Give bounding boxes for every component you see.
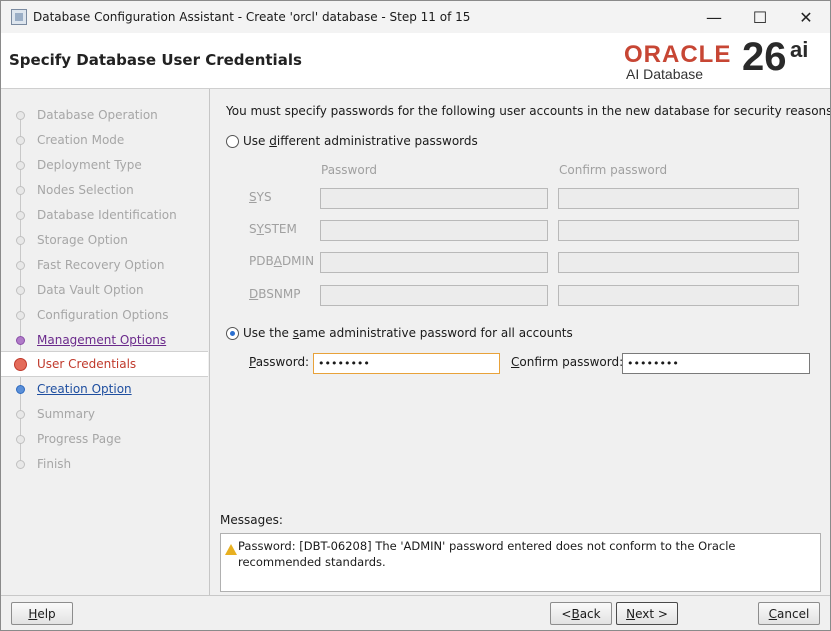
step-label: User Credentials <box>37 357 137 371</box>
step-dot-icon <box>16 385 25 394</box>
dbsnmp-password-field <box>320 285 548 306</box>
sidebar-step-database-operation: Database Operation <box>1 103 208 127</box>
step-dot-icon <box>16 186 25 195</box>
column-header-confirm-password: Confirm password <box>559 163 668 177</box>
different-passwords-label[interactable]: Use different administrative passwords <box>243 134 478 148</box>
pdbadmin-password-field <box>320 252 548 273</box>
sidebar-step-user-credentials: User Credentials <box>1 351 208 377</box>
column-header-password: Password <box>321 163 378 177</box>
sys-password-field <box>320 188 548 209</box>
step-label: Progress Page <box>37 432 122 446</box>
password-input[interactable]: •••••••• <box>313 353 500 374</box>
sidebar-step-nodes-selection: Nodes Selection <box>1 178 208 202</box>
sidebar-step-finish: Finish <box>1 452 208 476</box>
dbca-window: Database Configuration Assistant - Creat… <box>0 0 831 631</box>
dbsnmp-confirm-field <box>558 285 799 306</box>
next-button[interactable]: Next > <box>616 602 678 625</box>
confirm-password-input[interactable]: •••••••• <box>622 353 810 374</box>
close-button[interactable]: ✕ <box>783 1 829 33</box>
system-confirm-field <box>558 220 799 241</box>
page-header: Specify Database User Credentials ORACLE… <box>1 33 830 89</box>
step-dot-icon <box>16 460 25 469</box>
logo-oracle-text: ORACLE <box>624 41 732 68</box>
step-label: Finish <box>37 457 72 471</box>
different-passwords-radio[interactable] <box>226 135 239 148</box>
step-label[interactable]: Creation Option <box>37 382 132 396</box>
step-label: Deployment Type <box>37 158 142 172</box>
step-dot-icon <box>16 261 25 270</box>
title-bar: Database Configuration Assistant - Creat… <box>1 1 830 33</box>
account-label-sys: SYS <box>249 190 272 204</box>
logo-version-suffix: ai <box>790 37 809 62</box>
maximize-button[interactable]: ☐ <box>737 1 783 33</box>
page-title: Specify Database User Credentials <box>9 51 302 69</box>
step-label: Nodes Selection <box>37 183 134 197</box>
step-dot-icon <box>16 161 25 170</box>
messages-box: Password: [DBT-06208] The 'ADMIN' passwo… <box>220 533 821 592</box>
step-label: Database Operation <box>37 108 158 122</box>
step-dot-icon <box>16 410 25 419</box>
step-dot-icon <box>16 435 25 444</box>
pdbadmin-confirm-field <box>558 252 799 273</box>
password-label: Password: <box>249 355 310 369</box>
step-dot-icon <box>16 311 25 320</box>
step-label[interactable]: Management Options <box>37 333 166 347</box>
help-button[interactable]: Help <box>11 602 73 625</box>
main-content: You must specify passwords for the follo… <box>211 89 830 595</box>
sidebar-step-management-options[interactable]: Management Options <box>1 328 208 352</box>
step-dot-icon <box>16 211 25 220</box>
cancel-button[interactable]: Cancel <box>758 602 820 625</box>
sidebar-step-fast-recovery-option: Fast Recovery Option <box>1 253 208 277</box>
sidebar-step-creation-mode: Creation Mode <box>1 128 208 152</box>
current-step-icon <box>14 358 27 371</box>
sidebar-step-deployment-type: Deployment Type <box>1 153 208 177</box>
same-password-label[interactable]: Use the same administrative password for… <box>243 326 573 340</box>
step-dot-icon <box>16 286 25 295</box>
account-label-system: SYSTEM <box>249 222 297 236</box>
step-dot-icon <box>16 336 25 345</box>
step-label: Data Vault Option <box>37 283 144 297</box>
oracle-logo: ORACLE AI Database 26 ai <box>618 35 818 85</box>
sidebar-step-storage-option: Storage Option <box>1 228 208 252</box>
minimize-button[interactable]: — <box>691 1 737 33</box>
intro-text: You must specify passwords for the follo… <box>226 104 831 118</box>
step-dot-icon <box>16 136 25 145</box>
step-label: Fast Recovery Option <box>37 258 165 272</box>
button-bar: Help < Back Next > Cancel <box>1 595 830 630</box>
sys-confirm-field <box>558 188 799 209</box>
app-icon <box>11 9 27 25</box>
step-label: Creation Mode <box>37 133 125 147</box>
step-label: Configuration Options <box>37 308 169 322</box>
account-label-dbsnmp: DBSNMP <box>249 287 301 301</box>
step-label: Summary <box>37 407 95 421</box>
same-password-radio[interactable] <box>226 327 239 340</box>
confirm-password-label: Confirm password: <box>511 355 624 369</box>
window-title: Database Configuration Assistant - Creat… <box>33 10 471 24</box>
step-dot-icon <box>16 236 25 245</box>
message-text: Password: [DBT-06208] The 'ADMIN' passwo… <box>238 539 736 569</box>
step-label: Database Identification <box>37 208 177 222</box>
back-button[interactable]: < Back <box>550 602 612 625</box>
sidebar-step-progress-page: Progress Page <box>1 427 208 451</box>
account-label-pdbadmin: PDBADMIN <box>249 254 315 268</box>
messages-label: Messages: <box>220 513 283 527</box>
warning-icon <box>225 544 237 555</box>
logo-version: 26 <box>742 35 787 79</box>
logo-subtitle: AI Database <box>626 66 704 82</box>
sidebar-step-data-vault-option: Data Vault Option <box>1 278 208 302</box>
step-label: Storage Option <box>37 233 128 247</box>
step-dot-icon <box>16 111 25 120</box>
sidebar-step-configuration-options: Configuration Options <box>1 303 208 327</box>
sidebar-step-summary: Summary <box>1 402 208 426</box>
sidebar-step-database-identification: Database Identification <box>1 203 208 227</box>
steps-sidebar: Database Operation Creation Mode Deploym… <box>1 89 210 595</box>
sidebar-step-creation-option[interactable]: Creation Option <box>1 377 208 401</box>
system-password-field <box>320 220 548 241</box>
